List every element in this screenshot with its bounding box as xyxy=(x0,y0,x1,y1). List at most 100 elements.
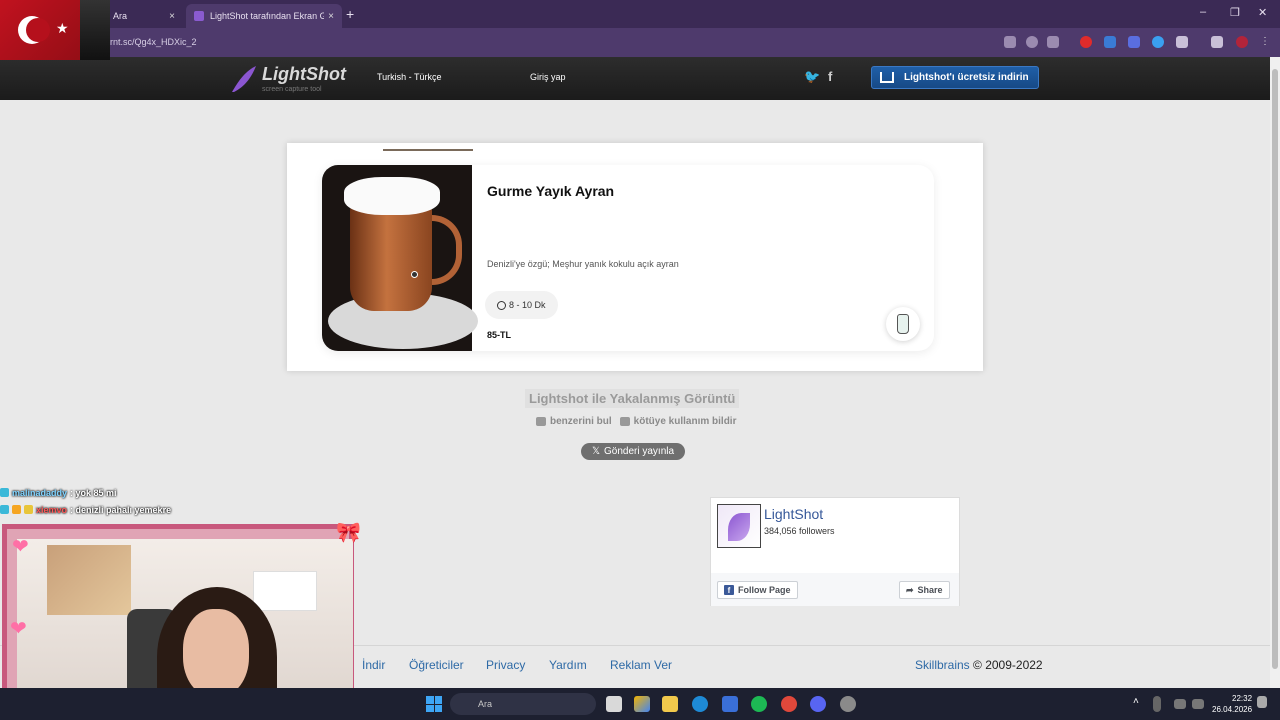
skillbrains-link[interactable]: Skillbrains xyxy=(915,658,970,672)
chat-text: : yok 85 mi xyxy=(70,487,117,498)
store-icon[interactable] xyxy=(722,696,738,712)
search-placeholder: Ara xyxy=(478,699,493,709)
portrait-image xyxy=(80,0,110,60)
facebook-page-widget: LightShot 384,056 followers f Follow Pag… xyxy=(710,497,960,606)
facebook-icon: f xyxy=(724,585,734,595)
taskbar-search-input[interactable]: Ara xyxy=(450,693,596,715)
lightshot-page-avatar[interactable] xyxy=(717,504,761,548)
chat-username: malinadaddy xyxy=(12,487,68,498)
footer-link-tutorials[interactable]: Öğreticiler xyxy=(409,658,464,672)
close-tab-icon[interactable]: × xyxy=(328,11,334,22)
media-control-icon[interactable] xyxy=(1211,36,1223,48)
menu-item-card: Gurme Yayık Ayran Denizli'ye özgü; Meşhu… xyxy=(322,165,934,351)
minimize-window-button[interactable]: – xyxy=(1200,6,1206,18)
chat-message: malinadaddy : yok 85 mi xyxy=(0,484,171,501)
wall-poster xyxy=(47,545,131,615)
star-icon: ★ xyxy=(56,20,69,36)
task-view-icon[interactable] xyxy=(606,696,622,712)
chrome-icon[interactable] xyxy=(781,696,797,712)
network-icon[interactable] xyxy=(1174,699,1186,709)
item-title: Gurme Yayık Ayran xyxy=(487,183,615,199)
url-input[interactable]: rnt.sc/Qg4x_HDXic_2 xyxy=(110,37,197,47)
clock-icon xyxy=(497,300,506,310)
prep-time: 8 - 10 Dk xyxy=(509,300,546,310)
tab-title: Ara xyxy=(113,11,128,21)
browser-tab-bar: Ara × LightShot tarafından Ekran Görü × … xyxy=(0,0,1280,28)
footer-link-privacy[interactable]: Privacy xyxy=(486,658,525,672)
facebook-page-name[interactable]: LightShot xyxy=(764,506,823,522)
discord-icon[interactable] xyxy=(810,696,826,712)
share-label: Share xyxy=(917,585,943,595)
browser-menu-icon[interactable]: ⋮ xyxy=(1260,36,1272,48)
captured-screenshot: Gurme Yayık Ayran Denizli'ye özgü; Meşhu… xyxy=(287,143,983,371)
site-header: LightShot screen capture tool Turkish - … xyxy=(0,57,1270,100)
copilot-icon[interactable] xyxy=(634,696,650,712)
extension-translate-icon[interactable] xyxy=(1104,36,1116,48)
download-button[interactable]: Lightshot'ı ücretsiz indirin xyxy=(871,66,1039,89)
extension-audio-icon[interactable] xyxy=(1128,36,1140,48)
prep-time-badge: 8 - 10 Dk xyxy=(485,291,558,319)
zoom-icon[interactable] xyxy=(1026,36,1038,48)
footer-link-advertise[interactable]: Reklam Ver xyxy=(610,658,672,672)
camera-icon xyxy=(536,417,546,426)
chat-text: : denizli pahalı yemekre xyxy=(70,504,172,515)
streamer-face xyxy=(183,609,249,697)
clock-time: 22:32 xyxy=(1232,694,1253,703)
chat-username: xiemvo xyxy=(36,504,68,515)
microphone-icon[interactable] xyxy=(1153,696,1161,712)
twitter-icon[interactable]: 🐦 xyxy=(804,69,820,85)
language-selector[interactable]: Turkish - Türkçe xyxy=(377,72,442,82)
taskbar-clock[interactable]: 22:32 26.04.2026 xyxy=(1212,693,1252,715)
restore-window-button[interactable]: ❐ xyxy=(1230,6,1240,19)
bottle-icon xyxy=(897,314,909,334)
page-scrollbar[interactable] xyxy=(1270,57,1280,688)
lightshot-favicon-icon xyxy=(194,11,204,21)
stream-chat-overlay: malinadaddy : yok 85 mi xiemvo : denizli… xyxy=(0,484,171,518)
clock-date: 26.04.2026 xyxy=(1212,705,1253,714)
start-button[interactable] xyxy=(426,696,442,712)
bookmark-star-icon[interactable] xyxy=(1047,36,1059,48)
extensions-puzzle-icon[interactable] xyxy=(1176,36,1188,48)
download-tray-icon xyxy=(880,72,894,83)
heart-icon: ❤ xyxy=(10,618,27,640)
scrollbar-thumb[interactable] xyxy=(1272,69,1278,669)
close-window-button[interactable]: ✕ xyxy=(1258,6,1267,19)
chevron-up-icon[interactable]: ˄ xyxy=(1133,696,1149,712)
report-abuse-label: kötüye kullanım bildir xyxy=(633,416,737,427)
tab-lightshot[interactable]: LightShot tarafından Ekran Görü × xyxy=(186,4,342,28)
heart-icon: ❤ xyxy=(12,536,29,558)
share-button[interactable]: ➦ Share xyxy=(899,581,950,599)
spotify-icon[interactable] xyxy=(751,696,767,712)
copyright-years: © 2009-2022 xyxy=(969,658,1043,672)
login-link[interactable]: Giriş yap xyxy=(530,72,566,82)
chat-badge-icon xyxy=(12,505,21,514)
install-app-icon[interactable] xyxy=(1004,36,1016,48)
profile-avatar[interactable] xyxy=(1236,36,1248,48)
chat-message: xiemvo : denizli pahalı yemekre xyxy=(0,501,171,518)
item-price: 85-TL xyxy=(487,330,512,340)
screenshot-actions: benzerini bul kötüye kullanım bildir xyxy=(536,416,736,427)
edge-icon[interactable] xyxy=(692,696,708,712)
file-explorer-icon[interactable] xyxy=(662,696,678,712)
tab-title: LightShot tarafından Ekran Görü xyxy=(210,11,325,21)
close-tab-icon[interactable]: × xyxy=(169,11,175,22)
post-on-x-button[interactable]: 𝕏 Gönderi yayınla xyxy=(581,443,685,460)
extension-blue-icon[interactable] xyxy=(1152,36,1164,48)
report-abuse-link[interactable]: kötüye kullanım bildir xyxy=(619,416,737,427)
follow-page-button[interactable]: f Follow Page xyxy=(717,581,798,599)
chat-badge-icon xyxy=(0,505,9,514)
footer-link-help[interactable]: Yardım xyxy=(549,658,587,672)
ayran-photo xyxy=(322,165,478,351)
screenshot-caption: Lightshot ile Yakalanmış Görüntü xyxy=(525,389,740,408)
obs-icon[interactable] xyxy=(840,696,856,712)
tab-ara[interactable]: Ara × xyxy=(105,4,183,28)
extension-red-icon[interactable] xyxy=(1080,36,1092,48)
notification-icon[interactable] xyxy=(1257,696,1267,708)
new-tab-button[interactable]: + xyxy=(346,6,354,22)
brand-name: LightShot xyxy=(262,64,346,84)
find-similar-link[interactable]: benzerini bul xyxy=(536,416,612,427)
copyright: Skillbrains © 2009-2022 xyxy=(915,658,1043,672)
volume-icon[interactable] xyxy=(1192,699,1204,709)
facebook-icon[interactable]: f xyxy=(828,69,832,84)
cursor-icon xyxy=(411,271,418,278)
